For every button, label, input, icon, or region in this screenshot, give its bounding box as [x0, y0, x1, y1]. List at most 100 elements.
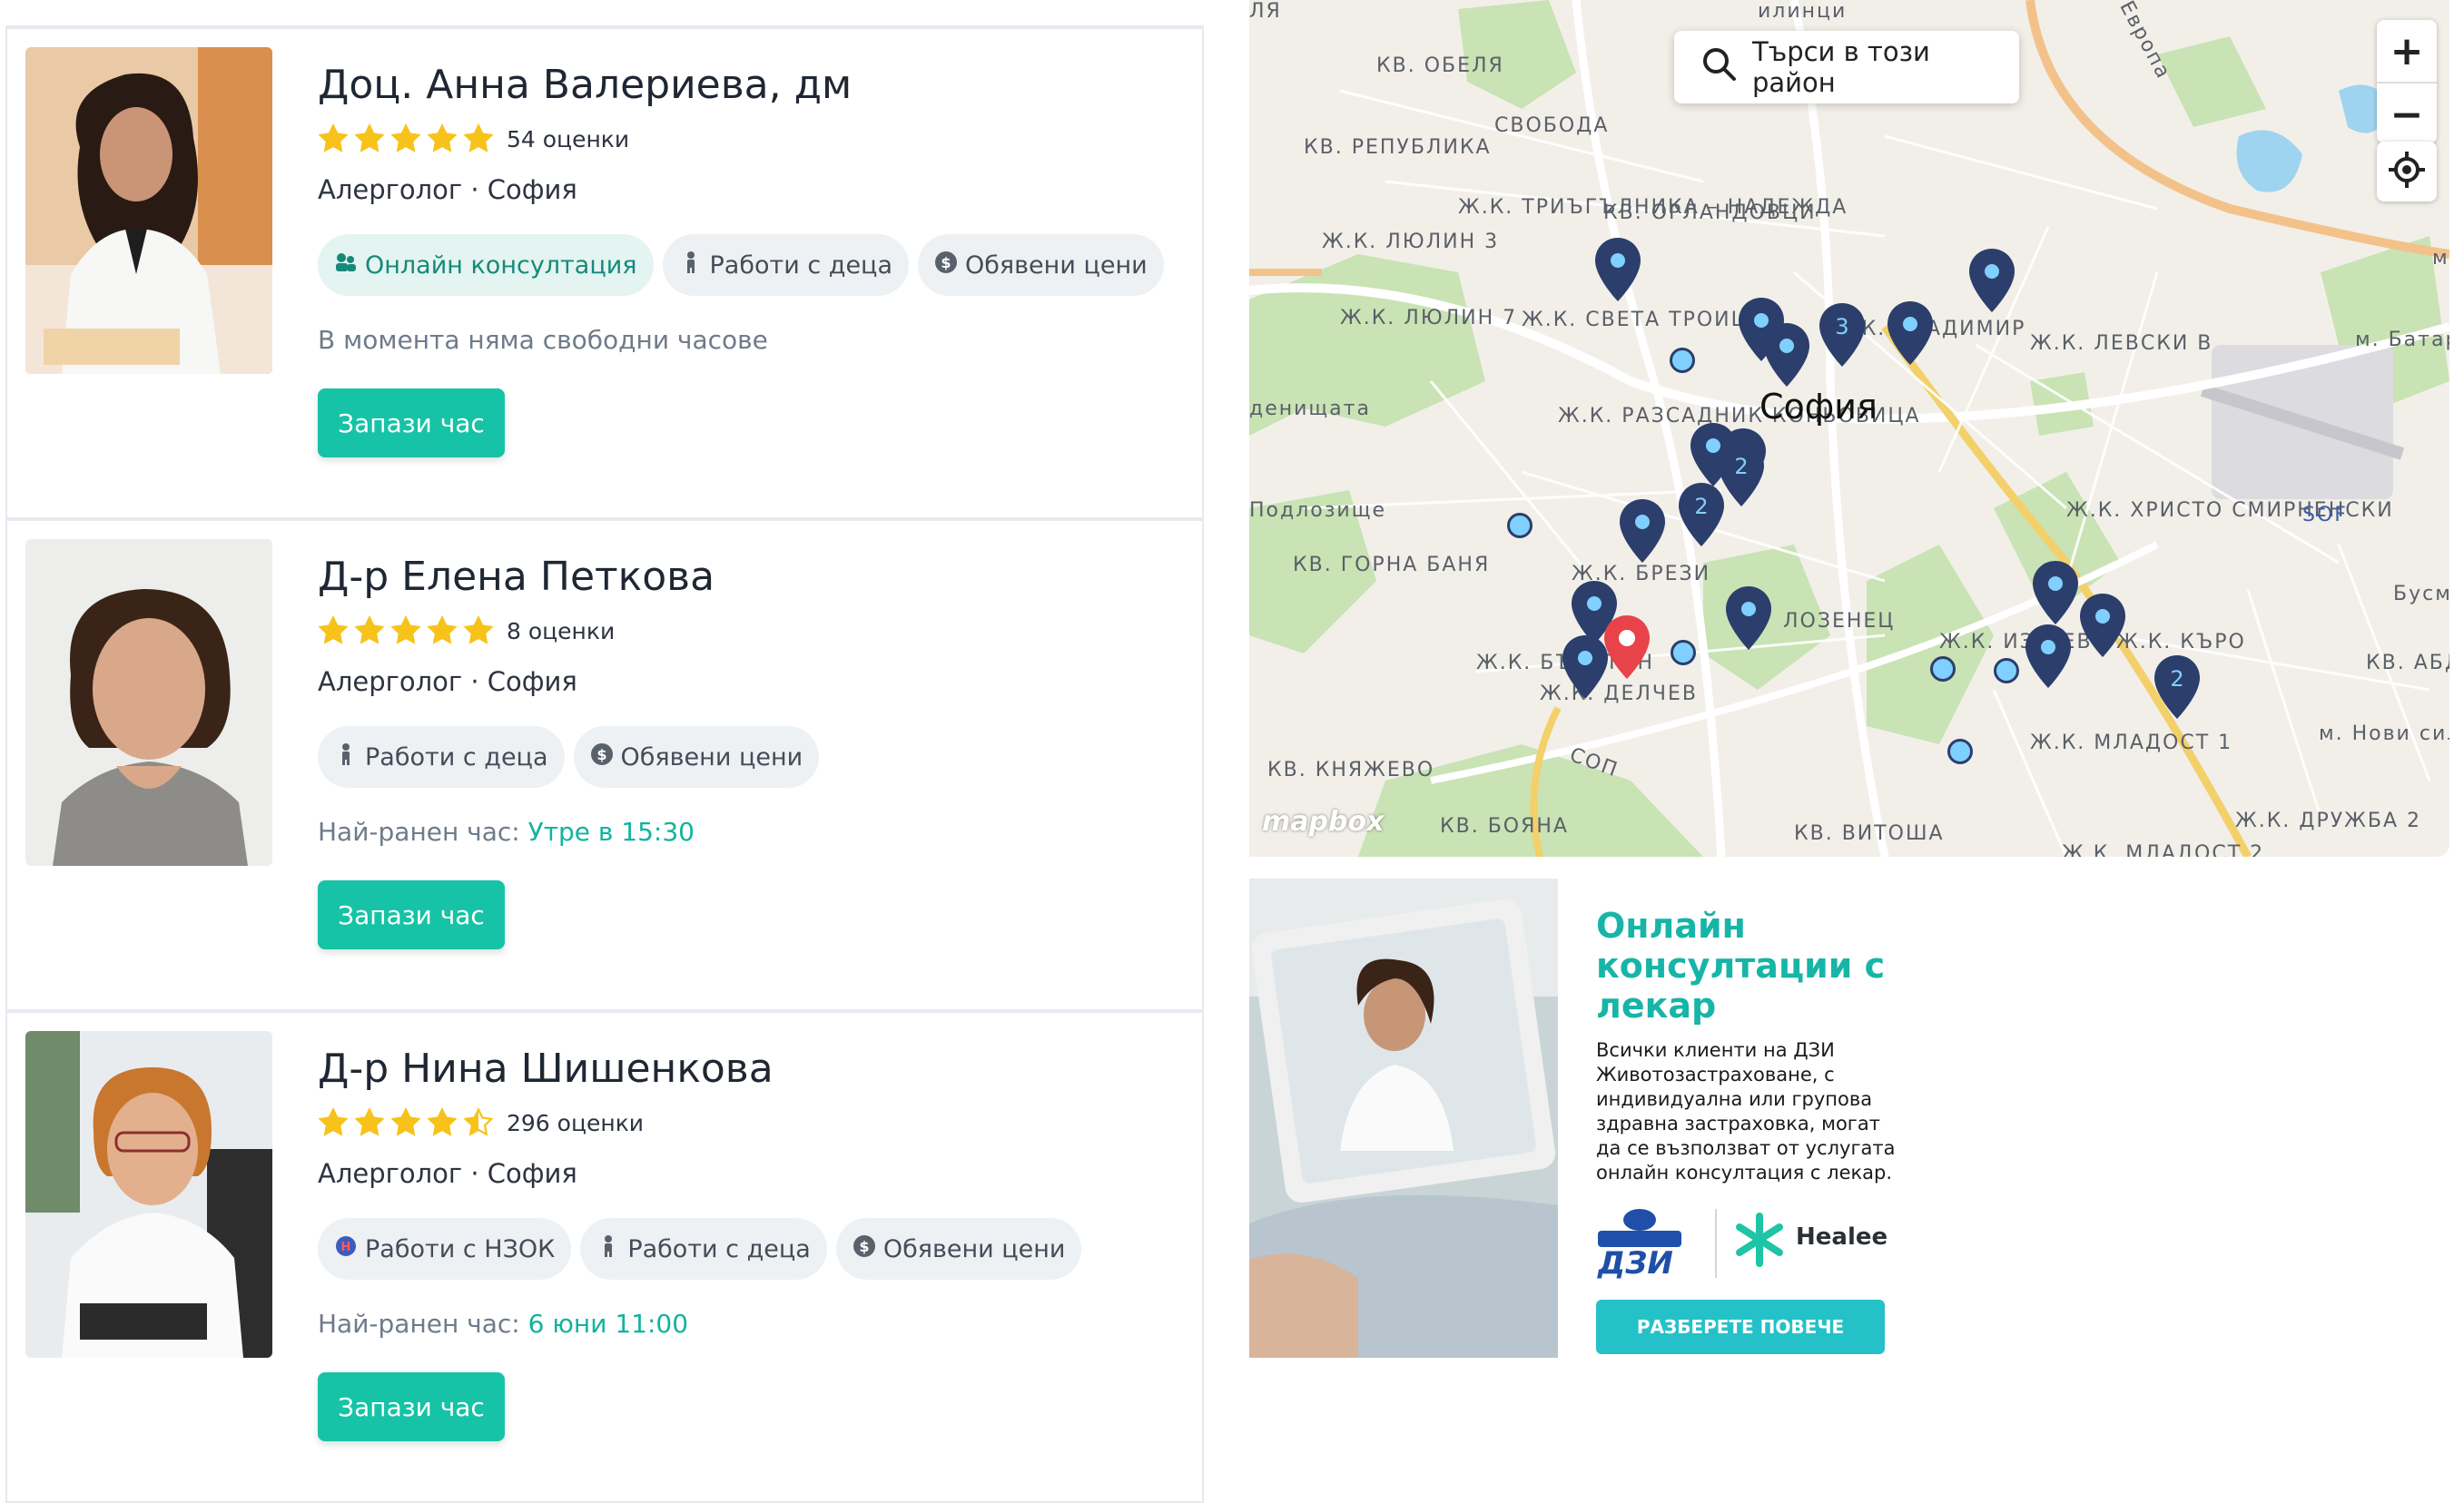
map-label: Ж.К. МЛАДОСТ 2	[2062, 842, 2265, 857]
map-canvas[interactable]	[1249, 0, 2449, 857]
star-icon	[463, 615, 494, 644]
map-label: Бусм	[2393, 583, 2449, 605]
doctor-name[interactable]: Д-р Елена Петкова	[318, 554, 715, 600]
map-dot-marker[interactable]	[1671, 640, 1696, 665]
map-pin[interactable]	[2030, 559, 2081, 628]
map-dot-marker[interactable]	[1670, 348, 1695, 373]
availability-text: Най-ранен час:	[318, 817, 528, 847]
dollar-icon: $	[934, 250, 958, 280]
zoom-out-button[interactable]: −	[2377, 82, 2437, 145]
earliest-slot-link[interactable]: Утре в 15:30	[528, 817, 695, 847]
tag-listed-prices: $ Обявени цени	[573, 726, 820, 788]
geolocate-button[interactable]	[2377, 142, 2437, 201]
healee-icon	[1732, 1213, 1787, 1271]
svg-text:Н: Н	[341, 1241, 351, 1254]
tag-label: Работи с деца	[709, 250, 893, 280]
nzok-icon: Н	[334, 1234, 358, 1264]
specialty: Алерголог · София	[318, 174, 577, 205]
child-icon	[334, 742, 358, 772]
map-label: м. Батареят	[2355, 329, 2449, 351]
tag-listed-prices: $ Обявени цени	[835, 1218, 1082, 1280]
map[interactable]: КВ. ОБЕЛЯ СВОБОДА КВ. РЕПУБЛИКА Ж.К. ЛЮЛИН …	[1249, 0, 2449, 857]
child-icon	[596, 1234, 620, 1264]
star-icon	[318, 123, 349, 152]
ad-image	[1249, 879, 1558, 1358]
star-icon	[427, 123, 458, 152]
map-cluster-pin[interactable]: 2	[1676, 481, 1727, 550]
selected-location-pin[interactable]	[1602, 614, 1652, 683]
learn-more-button[interactable]: РАЗБЕРЕТЕ ПОВЕЧЕ	[1596, 1300, 1885, 1354]
map-label: КВ. ГОРНА БАНЯ	[1293, 554, 1491, 576]
star-icon	[463, 123, 494, 152]
star-icon	[427, 615, 458, 644]
tag-list: Онлайн консултация Работи с деца $ Обяве…	[318, 234, 1164, 296]
svg-text:$: $	[941, 254, 951, 271]
map-pin[interactable]	[2023, 623, 2074, 692]
tag-label: Работи с НЗОК	[365, 1234, 556, 1263]
tag-online-consultation: Онлайн консултация	[318, 234, 654, 296]
doctor-card: Д-р Елена Петкова 8 оценки Алерголог · С…	[5, 519, 1204, 1011]
crosshair-icon	[2389, 152, 2425, 192]
doctor-photo[interactable]	[25, 539, 272, 866]
map-dot-marker[interactable]	[1930, 656, 1956, 682]
book-appointment-button[interactable]: Запази час	[318, 1372, 505, 1441]
earliest-slot-link[interactable]: 6 юни 11:00	[528, 1309, 688, 1339]
map-pin[interactable]	[1723, 584, 1774, 653]
map-label: КВ. РЕПУБЛИКА	[1304, 136, 1492, 159]
doctor-card: Доц. Анна Валериева, дм 54 оценки Алерго…	[5, 27, 1204, 519]
map-label: Ж.К. МЛАДОСТ 1	[2030, 732, 2233, 754]
ad-banner[interactable]: Онлайн консултации с лекар Всички клиент…	[1249, 879, 1921, 1358]
doctor-photo[interactable]	[25, 1031, 272, 1358]
doctor-name[interactable]: Д-р Нина Шишенкова	[318, 1046, 774, 1092]
map-label: Ж.К. СВЕТА ТРОИЦА	[1522, 309, 1764, 331]
map-pin[interactable]	[1885, 300, 1936, 368]
map-label: ЛОЗЕНЕЦ	[1783, 610, 1896, 633]
svg-text:2: 2	[1734, 454, 1748, 479]
map-label: Ж.К. ЛЮЛИН 3	[1322, 231, 1500, 253]
book-appointment-button[interactable]: Запази час	[318, 880, 505, 949]
zoom-in-button[interactable]: +	[2377, 20, 2437, 82]
book-appointment-button[interactable]: Запази час	[318, 388, 505, 457]
svg-text:2: 2	[1694, 494, 1708, 519]
tag-label: Работи с деца	[365, 742, 548, 771]
availability: В момента няма свободни часове	[318, 325, 768, 355]
rating: 8 оценки	[318, 615, 615, 646]
doctor-list: Доц. Анна Валериева, дм 54 оценки Алерго…	[0, 0, 1206, 1503]
map-label: Ж.К. РАЗСАДНИК КОНЬОВИЦА	[1558, 405, 1921, 427]
mapbox-attribution: mapbox	[1262, 806, 1385, 838]
map-dot-marker[interactable]	[1507, 513, 1533, 538]
dollar-icon: $	[853, 1234, 876, 1264]
rating-count[interactable]: 54 оценки	[507, 126, 629, 152]
star-icon	[390, 1107, 421, 1136]
city-label: София	[1759, 387, 1878, 427]
star-icon	[354, 1107, 385, 1136]
svg-text:2: 2	[2170, 666, 2183, 692]
map-pin[interactable]	[1617, 497, 1668, 566]
map-cluster-pin[interactable]: 3	[1817, 301, 1868, 370]
map-cluster-pin[interactable]: 2	[2152, 653, 2203, 722]
map-dot-marker[interactable]	[1994, 658, 2019, 683]
map-label: КВ. АБДОВИЦА	[2366, 652, 2449, 674]
map-pin[interactable]	[1592, 236, 1643, 305]
svg-text:$: $	[596, 746, 606, 763]
brand-healee: Healee	[1796, 1223, 1888, 1251]
map-label: денищата	[1249, 398, 1371, 420]
doctor-name[interactable]: Доц. Анна Валериева, дм	[318, 62, 852, 108]
rating-count[interactable]: 296 оценки	[507, 1110, 644, 1136]
map-pin[interactable]	[2077, 592, 2128, 661]
rating-count[interactable]: 8 оценки	[507, 618, 615, 644]
tag-works-with-nzok: Н Работи с НЗОК	[318, 1218, 572, 1280]
star-icon	[354, 615, 385, 644]
star-rating	[318, 615, 494, 646]
doctor-photo[interactable]	[25, 47, 272, 374]
map-pin[interactable]	[1761, 321, 1812, 390]
map-label: м.	[2432, 247, 2449, 270]
map-pin[interactable]	[1966, 247, 2017, 316]
map-dot-marker[interactable]	[1947, 739, 1973, 764]
map-label: м. Нови силози	[2319, 722, 2449, 745]
search-this-area-button[interactable]: Търси в този район	[1674, 31, 2019, 103]
tag-works-with-children: Работи с деца	[318, 726, 565, 788]
map-label: Ж.К. ЛЮЛИН 7	[1340, 307, 1518, 329]
mapbox-logo[interactable]: mapbox	[1262, 806, 1384, 838]
ad-title: Онлайн консултации с лекар	[1596, 906, 1886, 1026]
